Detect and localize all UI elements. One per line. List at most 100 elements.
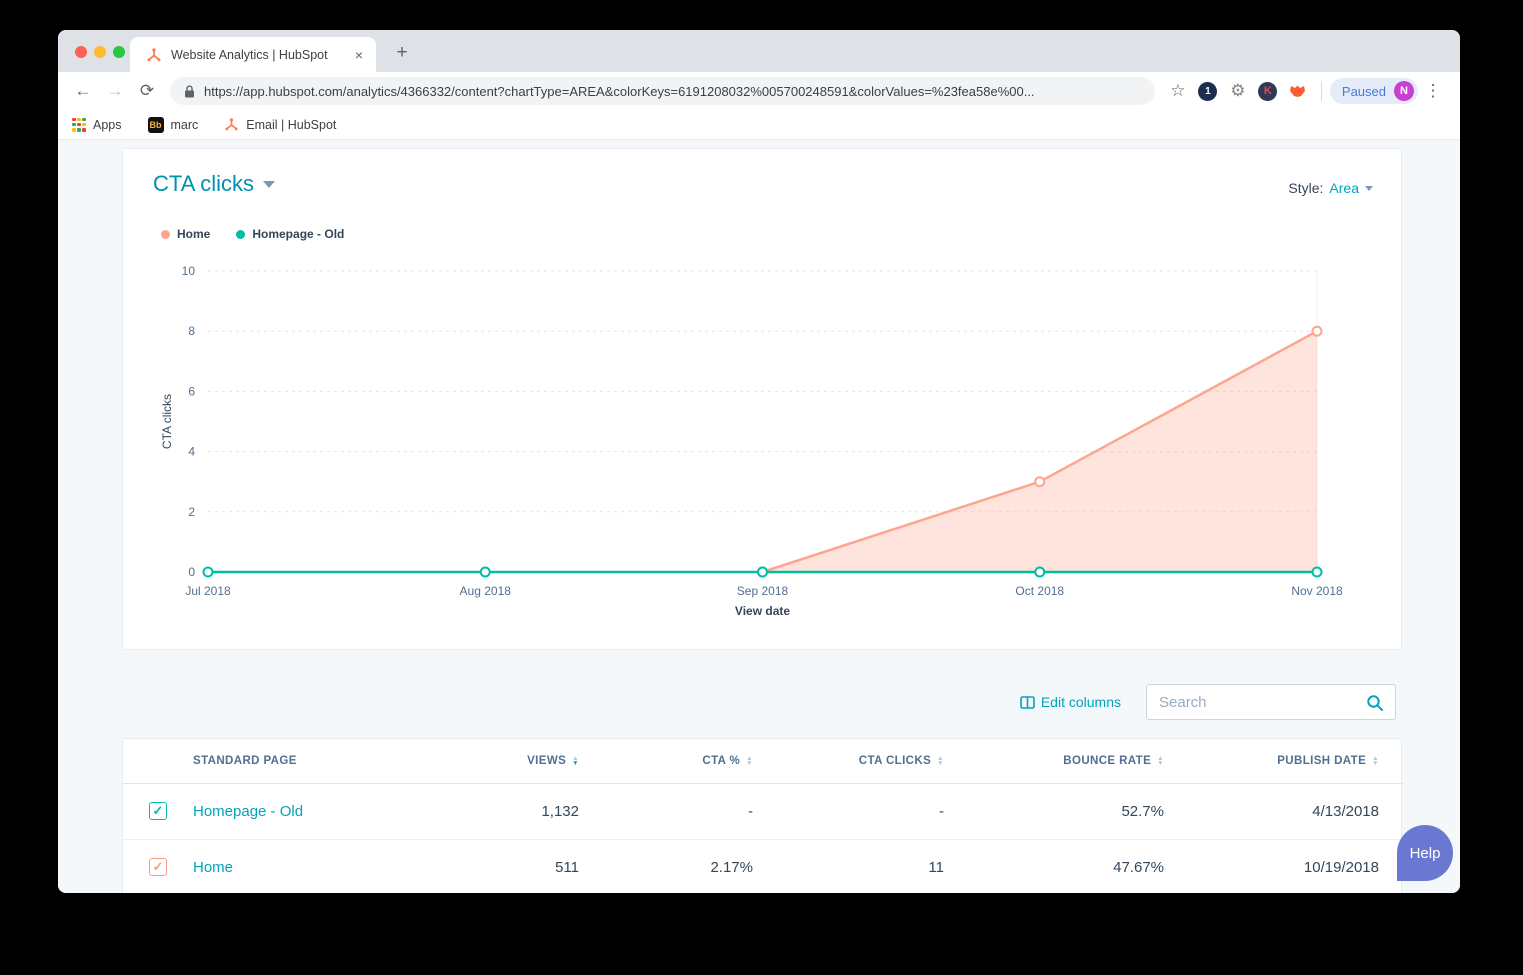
chart-legend: Home Homepage - Old: [161, 227, 370, 241]
bb-favicon-icon: Bb: [148, 117, 164, 133]
tab-title: Website Analytics | HubSpot: [171, 48, 352, 62]
col-cta-clicks[interactable]: CTA CLICKS▲▼: [777, 739, 968, 783]
help-button[interactable]: Help: [1397, 825, 1453, 881]
style-label: Style:: [1288, 180, 1323, 196]
bookmarks-bar: Apps Bb marc Email | HubSpot: [58, 110, 1460, 140]
svg-text:0: 0: [188, 565, 195, 579]
style-dropdown[interactable]: Style: Area: [1288, 180, 1373, 196]
new-tab-button[interactable]: +: [390, 41, 414, 65]
svg-text:4: 4: [188, 445, 195, 459]
select-all-header: [123, 739, 193, 783]
report-title: CTA clicks: [153, 171, 254, 197]
col-views[interactable]: VIEWS▲▼: [483, 739, 603, 783]
svg-text:Aug 2018: Aug 2018: [460, 584, 512, 598]
page-link[interactable]: Home: [193, 859, 233, 876]
sort-arrows-icon[interactable]: ▲▼: [1372, 756, 1379, 766]
browser-toolbar: ← → ⟳ https://app.hubspot.com/analytics/…: [58, 72, 1460, 110]
search-icon[interactable]: [1366, 694, 1384, 712]
publish-date-cell: 10/19/2018: [1188, 839, 1403, 893]
table-header-row: STANDARD PAGE VIEWS▲▼ CTA %▲▼ CTA CLICKS…: [123, 739, 1403, 783]
svg-text:Oct 2018: Oct 2018: [1015, 584, 1064, 598]
pages-table: STANDARD PAGE VIEWS▲▼ CTA %▲▼ CTA CLICKS…: [122, 738, 1402, 893]
chevron-down-icon: [263, 181, 275, 188]
extension-gear-icon[interactable]: ⚙: [1225, 78, 1251, 104]
bookmark-marc[interactable]: Bb marc: [148, 117, 199, 133]
report-title-dropdown[interactable]: CTA clicks: [153, 171, 275, 197]
toolbar-divider: [1321, 81, 1322, 101]
sort-arrows-icon[interactable]: ▲▼: [1157, 756, 1164, 766]
svg-text:2: 2: [188, 505, 195, 519]
svg-text:8: 8: [188, 324, 195, 338]
style-value: Area: [1329, 180, 1359, 196]
page-link[interactable]: Homepage - Old: [193, 803, 303, 820]
svg-text:Sep 2018: Sep 2018: [737, 584, 789, 598]
svg-text:Jul 2018: Jul 2018: [185, 584, 231, 598]
columns-icon: [1020, 696, 1035, 709]
legend-dot-icon: [161, 230, 170, 239]
chevron-down-icon: [1365, 186, 1373, 191]
sort-arrows-icon[interactable]: ▲▼: [746, 756, 753, 766]
col-publish-date[interactable]: PUBLISH DATE▲▼: [1188, 739, 1403, 783]
views-cell: 511: [483, 839, 603, 893]
search-box: [1146, 684, 1396, 720]
close-window-button[interactable]: [75, 46, 87, 58]
bookmark-email-hubspot[interactable]: Email | HubSpot: [224, 117, 336, 132]
profile-avatar[interactable]: N: [1394, 81, 1414, 101]
browser-window: Website Analytics | HubSpot × + ← → ⟳ ht…: [58, 30, 1460, 893]
bookmark-apps[interactable]: Apps: [72, 118, 122, 132]
svg-text:Nov 2018: Nov 2018: [1291, 584, 1343, 598]
legend-item[interactable]: Homepage - Old: [236, 227, 344, 241]
svg-text:10: 10: [182, 264, 196, 278]
hubspot-sprocket-icon: [224, 117, 239, 132]
table-row: ✓ Homepage - Old 1,132 - - 52.7% 4/13/20…: [123, 783, 1403, 839]
edit-columns-button[interactable]: Edit columns: [1020, 694, 1121, 710]
col-bounce-rate[interactable]: BOUNCE RATE▲▼: [968, 739, 1188, 783]
bounce-rate-cell: 47.67%: [968, 839, 1188, 893]
publish-date-cell: 4/13/2018: [1188, 783, 1403, 839]
paused-label: Paused: [1342, 84, 1386, 99]
col-standard-page[interactable]: STANDARD PAGE: [193, 739, 483, 783]
minimize-window-button[interactable]: [94, 46, 106, 58]
bookmark-star-icon[interactable]: ☆: [1165, 78, 1191, 104]
reload-icon[interactable]: ⟳: [134, 78, 160, 104]
url-bar[interactable]: https://app.hubspot.com/analytics/436633…: [170, 77, 1155, 105]
cta-pct-cell: 2.17%: [603, 839, 777, 893]
cta-clicks-cell: 11: [777, 839, 968, 893]
hubspot-favicon-icon: [146, 47, 162, 63]
lock-icon: [184, 85, 195, 98]
apps-grid-icon: [72, 118, 86, 132]
legend-label: Homepage - Old: [252, 227, 344, 241]
sort-arrows-icon[interactable]: ▲▼: [937, 756, 944, 766]
bounce-rate-cell: 52.7%: [968, 783, 1188, 839]
forward-icon: →: [102, 78, 128, 104]
page-content: 0 2 4 6 8 10 Jul 2018 Aug 2018 Sep 2018 Oct 2018 N…: [58, 140, 1460, 893]
cta-clicks-cell: -: [777, 783, 968, 839]
url-text[interactable]: https://app.hubspot.com/analytics/436633…: [204, 84, 1035, 99]
back-icon[interactable]: ←: [70, 78, 96, 104]
svg-text:CTA clicks: CTA clicks: [160, 394, 174, 449]
table-row: ✓ Home 511 2.17% 11 47.67% 10/19/2018: [123, 839, 1403, 893]
col-cta-pct[interactable]: CTA %▲▼: [603, 739, 777, 783]
browser-menu-icon[interactable]: ⋮: [1420, 78, 1446, 104]
browser-tab[interactable]: Website Analytics | HubSpot ×: [130, 37, 376, 72]
legend-dot-icon: [236, 230, 245, 239]
close-tab-icon[interactable]: ×: [352, 47, 366, 63]
search-input[interactable]: [1147, 685, 1395, 719]
extension-fox-icon[interactable]: [1285, 78, 1311, 104]
chart-card: 0 2 4 6 8 10 Jul 2018 Aug 2018 Sep 2018 Oct 2018 N…: [122, 148, 1402, 650]
table-controls: Edit columns: [1020, 684, 1396, 720]
extension-badge-icon[interactable]: 1: [1195, 78, 1221, 104]
extension-k-icon[interactable]: K: [1255, 78, 1281, 104]
sort-arrows-icon[interactable]: ▲▼: [572, 756, 579, 766]
legend-item[interactable]: Home: [161, 227, 210, 241]
cta-pct-cell: -: [603, 783, 777, 839]
cta-clicks-area-chart: 0 2 4 6 8 10 Jul 2018 Aug 2018 Sep 2018 Oct 2018 N…: [123, 149, 1403, 629]
tab-strip: Website Analytics | HubSpot × +: [58, 30, 1460, 72]
row-checkbox[interactable]: ✓: [149, 802, 167, 820]
maximize-window-button[interactable]: [113, 46, 125, 58]
paused-profile-chip[interactable]: Paused N: [1330, 78, 1418, 104]
views-cell: 1,132: [483, 783, 603, 839]
row-checkbox[interactable]: ✓: [149, 858, 167, 876]
svg-text:6: 6: [188, 384, 195, 398]
svg-text:View date: View date: [735, 604, 790, 618]
